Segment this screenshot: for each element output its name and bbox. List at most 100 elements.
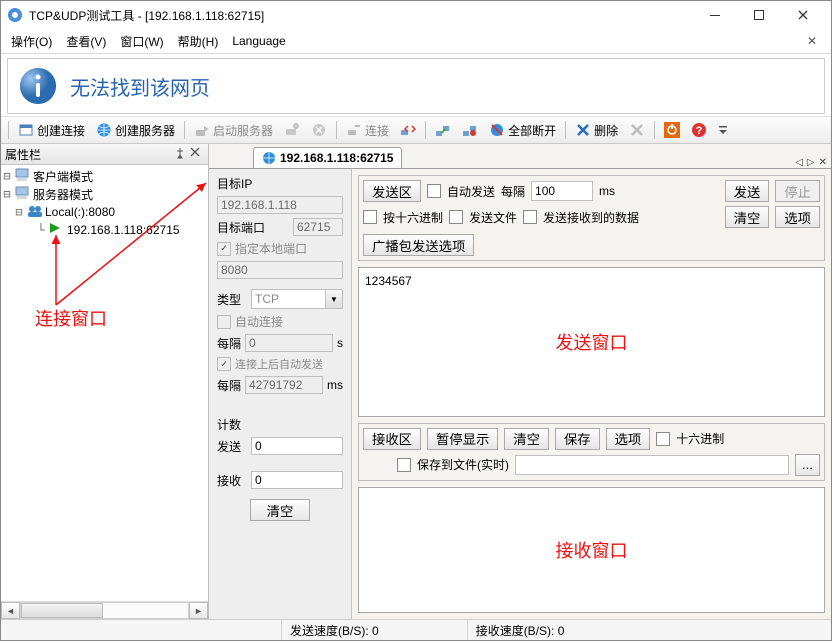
window-title: TCP&UDP测试工具 - [192.168.1.118:62715] xyxy=(29,7,693,24)
auto-connect-interval xyxy=(245,334,333,352)
count-recv-input[interactable] xyxy=(251,471,343,489)
server-button-a[interactable] xyxy=(279,118,305,142)
menu-operate[interactable]: 操作(O) xyxy=(11,33,52,50)
recv-clear-button[interactable]: 清空 xyxy=(504,428,549,450)
close-button[interactable] xyxy=(781,1,825,29)
tool-help[interactable]: ? xyxy=(686,118,712,142)
target-props: 目标IP 目标端口 ✓指定本地端口 类型 TCP ▼ xyxy=(209,169,352,619)
send-toolbar-2: 按十六进制 发送文件 发送接收到的数据 清空 选项 广播包发送选项 xyxy=(363,206,820,256)
recv-textarea[interactable] xyxy=(363,492,824,612)
pc-icon xyxy=(15,186,31,202)
properties-header: 属性栏 xyxy=(1,144,208,165)
send-clear-button[interactable]: 清空 xyxy=(725,206,770,228)
send-interval-input[interactable] xyxy=(531,181,593,201)
recv-options-button[interactable]: 选项 xyxy=(606,428,651,450)
disconnect-button[interactable] xyxy=(395,118,421,142)
tool-orange[interactable] xyxy=(659,118,685,142)
scroll-thumb[interactable] xyxy=(21,603,103,618)
auto-send-checkbox[interactable] xyxy=(427,184,441,198)
menu-view[interactable]: 查看(V) xyxy=(66,33,106,50)
recv-browse-button[interactable]: ... xyxy=(795,454,820,476)
menu-help[interactable]: 帮助(H) xyxy=(178,33,219,50)
menu-language[interactable]: Language xyxy=(232,34,285,48)
cancel-icon xyxy=(311,122,327,138)
target-port-input[interactable] xyxy=(293,218,343,236)
tree-hscrollbar[interactable]: ◄ ► xyxy=(1,601,208,619)
start-server-button[interactable]: 启动服务器 xyxy=(189,118,278,142)
recv-area-toggle[interactable]: 接收区 xyxy=(363,428,421,450)
server-pair-a[interactable] xyxy=(430,118,456,142)
send-toolbar: 发送区 自动发送 每隔 ms 发送 停止 xyxy=(363,180,820,202)
scroll-left-button[interactable]: ◄ xyxy=(1,602,20,619)
send-received-checkbox[interactable] xyxy=(523,210,537,224)
server-icon xyxy=(284,122,300,138)
tree-connection-node[interactable]: └ 192.168.1.118:62715 xyxy=(1,221,208,239)
create-connection-button[interactable]: 创建连接 xyxy=(13,118,90,142)
broadcast-options-button[interactable]: 广播包发送选项 xyxy=(363,234,474,256)
autosend-after-checkbox: ✓ xyxy=(217,357,231,371)
dropdown-icon xyxy=(718,122,734,138)
stop-send-button: 停止 xyxy=(775,180,820,202)
pin-icon[interactable] xyxy=(174,147,188,161)
recv-toolbar-2: 保存到文件(实时) ... xyxy=(363,454,820,476)
create-connection-icon xyxy=(18,122,34,138)
type-select-arrow[interactable]: ▼ xyxy=(326,289,343,309)
header-text: 无法找到该网页 xyxy=(70,72,210,101)
send-button[interactable]: 发送 xyxy=(725,180,770,202)
send-hex-checkbox[interactable] xyxy=(363,210,377,224)
target-ip-input[interactable] xyxy=(217,196,343,214)
tree-local-node[interactable]: ⊟ Local(:):8080 xyxy=(1,203,208,221)
counts-clear-button[interactable]: 清空 xyxy=(250,499,311,521)
delete-grey-icon xyxy=(629,122,645,138)
recv-save-file-checkbox[interactable] xyxy=(397,458,411,472)
type-select[interactable]: TCP xyxy=(251,289,326,309)
disconnect-all-button[interactable]: 全部断开 xyxy=(484,118,561,142)
count-send-input[interactable] xyxy=(251,437,343,455)
start-server-icon xyxy=(194,122,210,138)
recv-hex-checkbox[interactable] xyxy=(656,432,670,446)
connect-button[interactable]: 连接 xyxy=(341,118,394,142)
tree-client-mode[interactable]: ⊟ 客户端模式 xyxy=(1,167,208,185)
send-textarea-wrap: 发送窗口 xyxy=(358,267,825,417)
connection-tab[interactable]: 192.168.1.118:62715 xyxy=(253,147,402,168)
local-port-checkbox: ✓ xyxy=(217,242,231,256)
servers-stop-icon xyxy=(462,122,478,138)
maximize-button[interactable] xyxy=(737,1,781,29)
scroll-track[interactable] xyxy=(20,602,189,619)
send-area-toggle[interactable]: 发送区 xyxy=(363,180,421,202)
menu-window[interactable]: 窗口(W) xyxy=(120,33,163,50)
server-button-b[interactable] xyxy=(306,118,332,142)
send-options-button[interactable]: 选项 xyxy=(775,206,820,228)
properties-panel: 属性栏 ⊟ 客户端模式 ⊟ 服务器模式 ⊟ Local(:) xyxy=(1,144,209,619)
tree-server-mode[interactable]: ⊟ 服务器模式 xyxy=(1,185,208,203)
menu-bar: 操作(O) 查看(V) 窗口(W) 帮助(H) Language ✕ xyxy=(1,29,831,54)
delete-extra-button[interactable] xyxy=(624,118,650,142)
menu-close-icon[interactable]: ✕ xyxy=(807,34,817,48)
tab-nav-next[interactable]: ▷ xyxy=(807,157,815,168)
panel-close-icon[interactable] xyxy=(190,147,204,161)
scroll-right-button[interactable]: ► xyxy=(189,602,208,619)
pc-icon xyxy=(15,168,31,184)
tab-row: 192.168.1.118:62715 ◁ ▷ ✕ xyxy=(209,144,831,168)
svg-text:?: ? xyxy=(696,125,703,137)
minimize-button[interactable] xyxy=(693,1,737,29)
question-icon: ? xyxy=(691,122,707,138)
local-port-input xyxy=(217,261,343,279)
send-textarea[interactable] xyxy=(363,272,824,416)
recv-pause-button[interactable]: 暂停显示 xyxy=(427,428,498,450)
auto-connect-checkbox xyxy=(217,315,231,329)
tool-dropdown[interactable] xyxy=(713,118,739,142)
recv-file-path-input[interactable] xyxy=(515,455,789,475)
globe-icon xyxy=(96,122,112,138)
connect-icon xyxy=(346,122,362,138)
type-label: 类型 xyxy=(217,291,241,308)
send-file-checkbox[interactable] xyxy=(449,210,463,224)
server-pair-b[interactable] xyxy=(457,118,483,142)
tab-nav-prev[interactable]: ◁ xyxy=(795,157,803,168)
delete-button[interactable]: 删除 xyxy=(570,118,623,142)
recv-save-button[interactable]: 保存 xyxy=(555,428,600,450)
create-server-button[interactable]: 创建服务器 xyxy=(91,118,180,142)
recv-textarea-wrap: 接收窗口 xyxy=(358,487,825,613)
tab-nav-close[interactable]: ✕ xyxy=(819,157,827,168)
connection-tree[interactable]: ⊟ 客户端模式 ⊟ 服务器模式 ⊟ Local(:):8080 └ xyxy=(1,165,208,601)
